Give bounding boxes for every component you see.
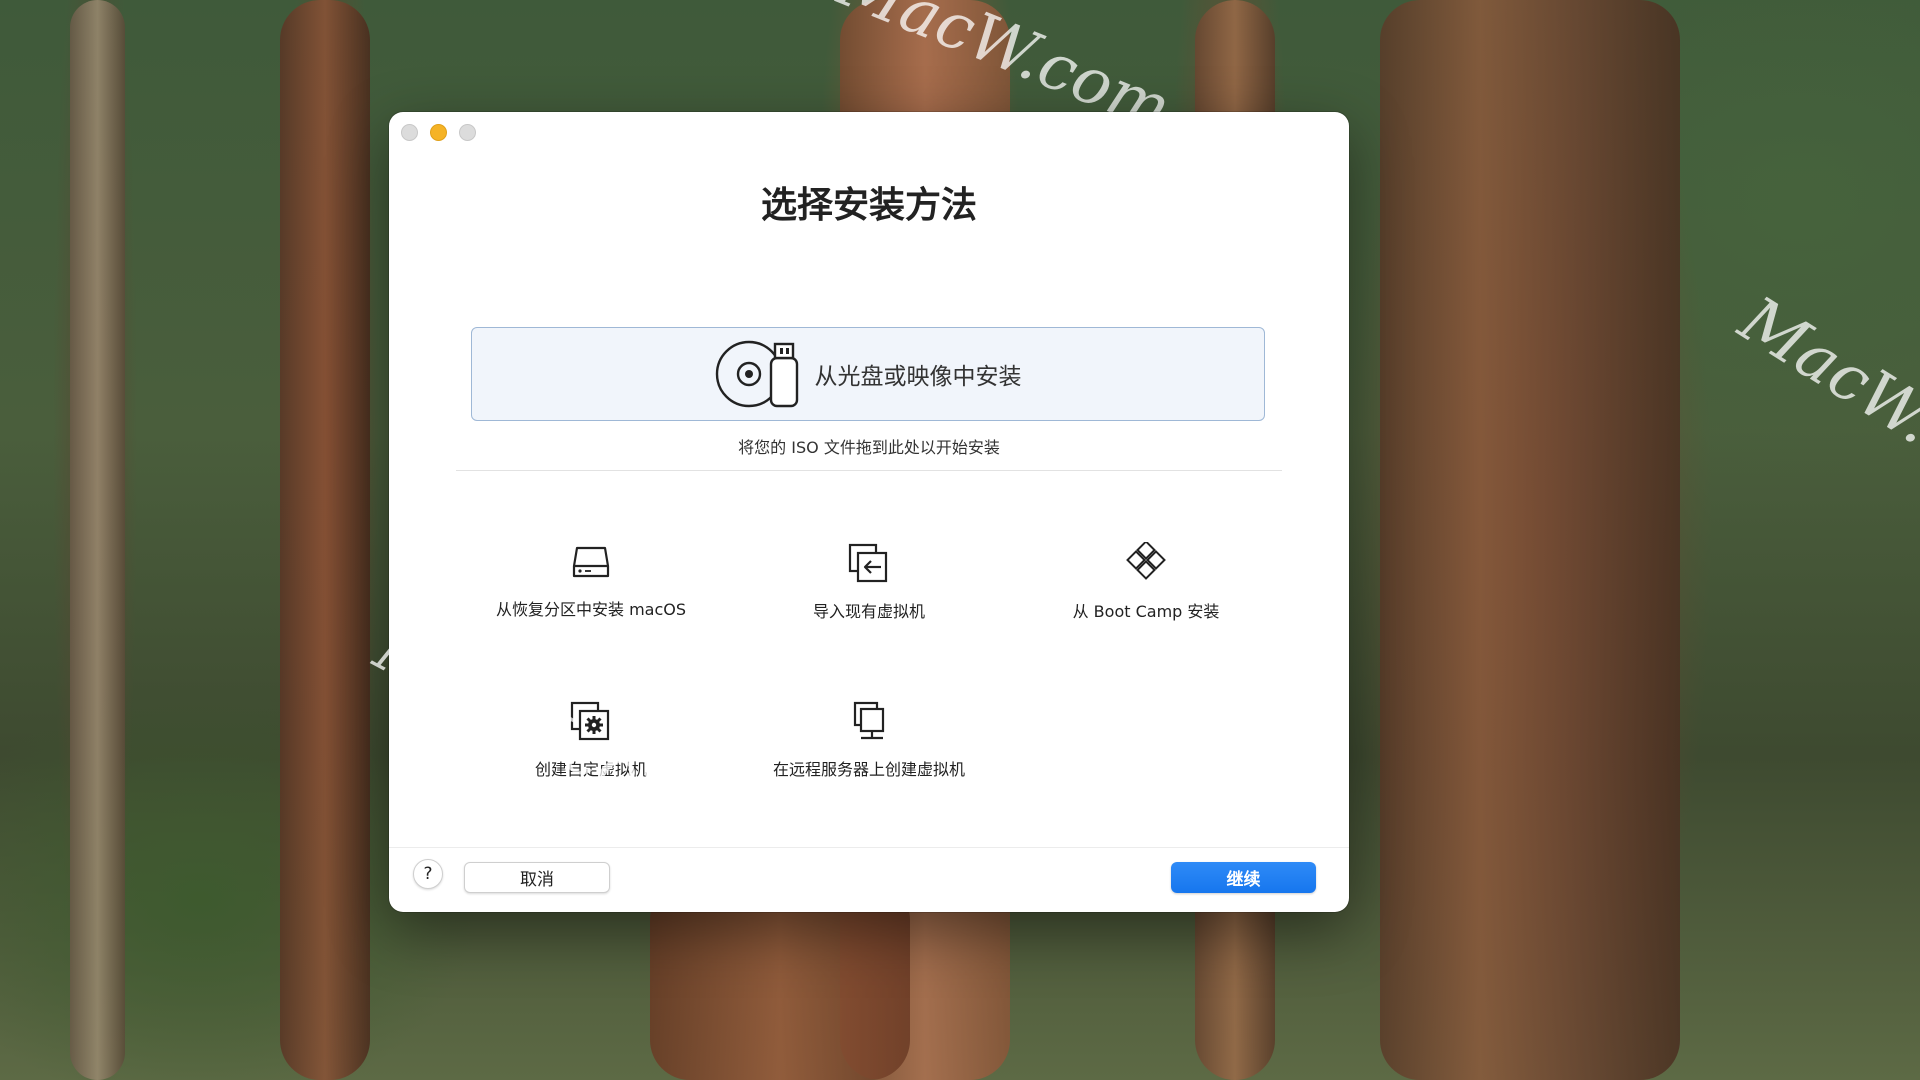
hard-drive-icon [571, 542, 611, 582]
window-controls [401, 124, 476, 141]
remote-server-icon [847, 700, 891, 742]
option-label: 导入现有虚拟机 [812, 602, 925, 621]
bootcamp-diamond-icon [1124, 542, 1168, 584]
cancel-button[interactable]: 取消 [464, 862, 610, 893]
footer-divider [389, 847, 1349, 848]
close-window-button[interactable] [401, 124, 418, 141]
install-from-disc-or-image-dropzone[interactable]: 从光盘或映像中安装 [471, 327, 1265, 421]
tree-trunk [280, 0, 370, 1080]
disc-usb-icon [715, 338, 801, 410]
option-install-from-recovery[interactable]: 从恢复分区中安装 macOS [461, 542, 721, 620]
import-vm-icon [847, 542, 891, 584]
tree-trunk [70, 0, 125, 1080]
desktop-wallpaper: MacW.com MacW.com MacW.com 选择安装方法 从光盘或映像… [0, 0, 1920, 1080]
option-create-vm-on-remote-server[interactable]: 在远程服务器上创建虚拟机 [739, 700, 999, 780]
dropzone-label: 从光盘或映像中安装 [814, 364, 1022, 390]
option-label: 从恢复分区中安装 macOS [495, 600, 687, 619]
zoom-window-button[interactable] [459, 124, 476, 141]
option-import-existing-vm[interactable]: 导入现有虚拟机 [739, 542, 999, 622]
custom-vm-gear-icon [569, 700, 613, 742]
install-method-dialog: 选择安装方法 从光盘或映像中安装 将您的 ISO 文件拖到此处以开始安装 从恢复… [389, 112, 1349, 912]
drop-hint: 将您的 ISO 文件拖到此处以开始安装 [738, 438, 1000, 457]
watermark: MacW.com [1726, 283, 1920, 531]
minimize-window-button[interactable] [430, 124, 447, 141]
dialog-title: 选择安装方法 [760, 185, 977, 226]
divider [456, 470, 1282, 471]
option-label: 从 Boot Camp 安装 [1072, 602, 1220, 621]
option-create-custom-vm[interactable]: 创建自定虚拟机 [461, 700, 721, 780]
tree-trunk [1380, 0, 1680, 1080]
continue-button[interactable]: 继续 [1171, 862, 1316, 893]
option-install-from-bootcamp[interactable]: 从 Boot Camp 安装 [1016, 542, 1276, 622]
option-label: 创建自定虚拟机 [534, 760, 647, 779]
help-button[interactable]: ? [413, 859, 443, 889]
option-label: 在远程服务器上创建虚拟机 [772, 760, 965, 779]
